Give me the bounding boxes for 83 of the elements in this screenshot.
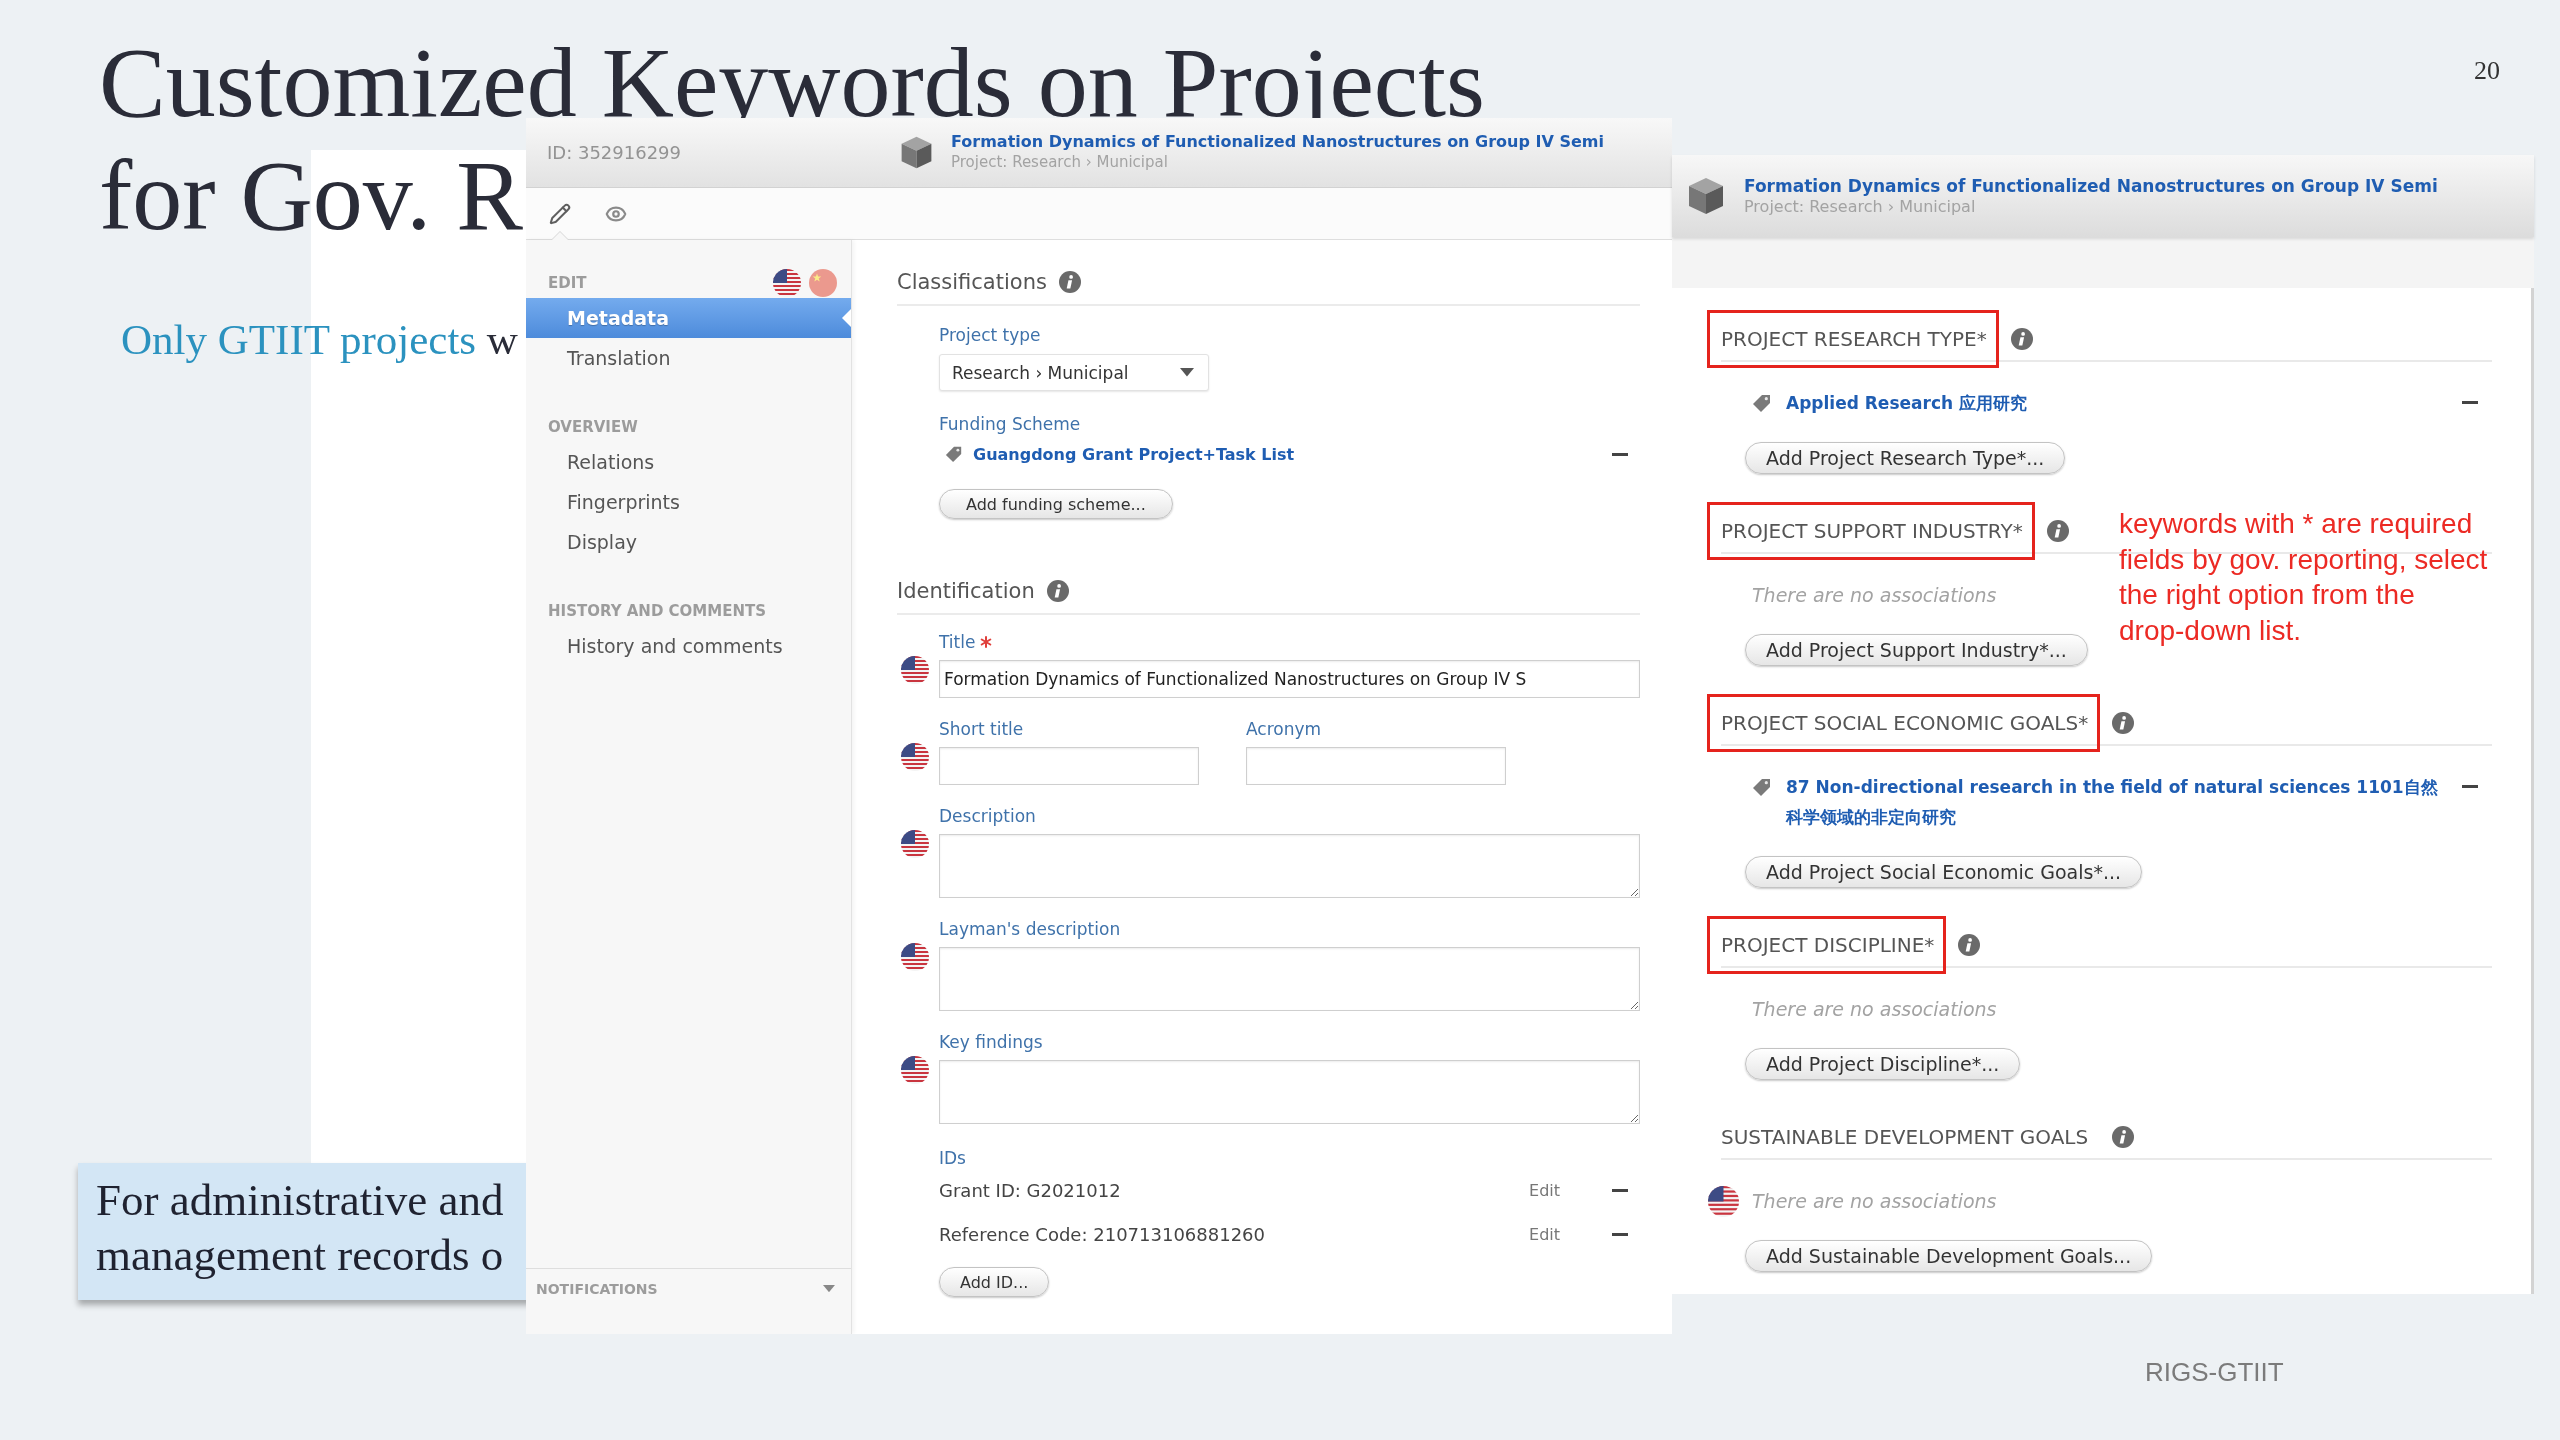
add-funding-button[interactable]: Add funding scheme... [939, 489, 1173, 519]
field-label: Short title [939, 718, 1024, 740]
add-keyword-button[interactable]: Add Project Support Industry*... [1745, 634, 2088, 666]
id-value: Grant ID: G2021012 [939, 1179, 1122, 1201]
field-label: Project type [939, 324, 1041, 346]
info-icon[interactable] [2112, 1126, 2135, 1148]
minus-icon[interactable] [1612, 1188, 1628, 1192]
info-icon[interactable] [2112, 712, 2135, 734]
add-keyword-button[interactable]: Add Project Social Economic Goals*... [1745, 856, 2143, 888]
field-label: Layman's description [939, 918, 1121, 940]
callout-text: For administrative and management records o [96, 1174, 505, 1282]
textarea-field[interactable] [939, 1060, 1640, 1124]
textarea-field[interactable] [939, 834, 1640, 898]
flag-icon [901, 656, 929, 684]
edit-link[interactable]: Edit [1529, 1180, 1560, 1200]
slide-title: for Gov. R [99, 139, 524, 252]
field-label: Key findings [939, 1031, 1043, 1053]
flag-icon [901, 830, 929, 858]
input-field[interactable]: Formation Dynamics of Functionalized Nanostructures on Group IV S [939, 660, 1640, 698]
info-icon[interactable] [1058, 271, 1081, 293]
info-icon[interactable] [2010, 328, 2033, 350]
flag-icon [901, 943, 929, 971]
sidebar-item[interactable]: Fingerprints [526, 482, 851, 522]
field-label: Acronym [1246, 718, 1322, 740]
flag-icon[interactable] [773, 269, 801, 297]
section-heading: PROJECT SUPPORT INDUSTRY* [1707, 502, 2035, 560]
empty-state-text: There are no associations [1752, 1189, 1997, 1214]
annotation-text: keywords with * are required fields by gov. reporting, select the right option from the drop-down list. [2119, 507, 2488, 648]
input-field[interactable] [1246, 747, 1506, 785]
footer-text: RIGS-GTIIT [2145, 1356, 2284, 1388]
section-heading: Classifications [897, 270, 1047, 294]
sidebar-heading: EDIT [548, 274, 587, 292]
section-heading: PROJECT RESEARCH TYPE* [1707, 310, 1999, 368]
add-id-button[interactable]: Add ID... [939, 1267, 1050, 1297]
project-title-link[interactable]: Formation Dynamics of Functionalized Nanostructures on Group IV Semi [1744, 174, 2438, 197]
sidebar-heading: NOTIFICATIONS [536, 1280, 658, 1297]
add-keyword-button[interactable]: Add Project Discipline*... [1745, 1048, 2021, 1080]
empty-state-text: There are no associations [1752, 583, 1997, 608]
flag-icon [901, 743, 929, 771]
id-value: Reference Code: 210713106881260 [939, 1223, 1266, 1245]
add-keyword-button[interactable]: Add Sustainable Development Goals... [1745, 1240, 2153, 1272]
caret-down-icon [1180, 368, 1194, 377]
edit-link[interactable]: Edit [1529, 1224, 1560, 1244]
keyword-link[interactable]: 87 Non-directional research in the field of natural sciences 1101自然科学领域的非定向研究 [1786, 772, 2438, 832]
field-label: Description [939, 805, 1036, 827]
tag-icon [945, 445, 963, 463]
field-label: Title [939, 631, 976, 653]
minus-icon[interactable] [1612, 1232, 1628, 1236]
sidebar-heading: OVERVIEW [548, 418, 638, 436]
cube-icon [1686, 176, 1726, 216]
sidebar-item[interactable]: Display [526, 522, 851, 562]
intro-text: Only GTIIT projects w [121, 315, 518, 365]
section-heading: PROJECT SOCIAL ECONOMIC GOALS* [1707, 694, 2101, 752]
sidebar-heading: HISTORY AND COMMENTS [548, 602, 767, 620]
funding-scheme-link[interactable]: Guangdong Grant Project+Task List [973, 444, 1602, 464]
info-icon[interactable] [1046, 580, 1069, 602]
pencil-icon [549, 203, 571, 225]
info-icon[interactable] [1958, 934, 1981, 956]
field-label: IDs [939, 1147, 966, 1169]
project-type-text: Project: Research › Municipal [1744, 196, 1977, 218]
project-type-text: Project: Research › Municipal [951, 153, 1169, 173]
tag-icon [1752, 393, 1772, 413]
empty-state-text: There are no associations [1752, 997, 1997, 1022]
input-field[interactable] [939, 747, 1199, 785]
sidebar-item[interactable]: Relations [526, 442, 851, 482]
sidebar-item[interactable]: History and comments [526, 626, 851, 666]
section-heading: SUSTAINABLE DEVELOPMENT GOALS [1720, 1124, 2090, 1151]
tag-icon [1752, 777, 1772, 797]
info-icon[interactable] [2046, 520, 2069, 542]
minus-icon[interactable] [1612, 452, 1628, 456]
add-keyword-button[interactable]: Add Project Research Type*... [1745, 442, 2066, 474]
section-heading: Identification [897, 579, 1035, 603]
project-type-dropdown[interactable]: Research › Municipal [939, 354, 1209, 391]
keyword-link[interactable]: Applied Research 应用研究 [1786, 388, 2438, 418]
textarea-field[interactable] [939, 947, 1640, 1011]
cube-icon [899, 135, 934, 170]
field-label: Funding Scheme [939, 413, 1081, 435]
sidebar-item[interactable]: Translation [526, 338, 851, 378]
record-id: ID: 352916299 [547, 142, 683, 163]
flag-icon [901, 1056, 929, 1084]
section-heading: PROJECT DISCIPLINE* [1707, 916, 1947, 974]
caret-down-icon [823, 1284, 835, 1293]
page-number: 20 [2474, 56, 2500, 86]
